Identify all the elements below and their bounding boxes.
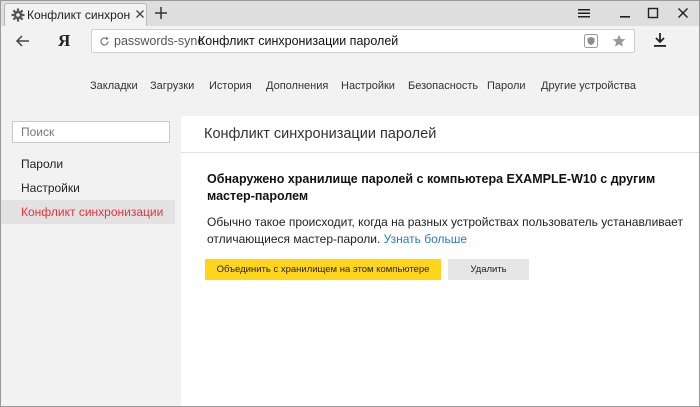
navigation-bar: Я passwords-sync Конфликт синхронизации … [1, 26, 699, 56]
gear-icon [11, 8, 25, 22]
hamburger-icon[interactable] [578, 7, 590, 19]
page-title: Конфликт синхронизации паролей [204, 126, 437, 142]
minimize-icon[interactable] [619, 7, 631, 19]
content-area: Пароли Настройки Конфликт синхронизации … [1, 116, 699, 406]
merge-button[interactable]: Объединить с хранилищем на этом компьюте… [205, 259, 441, 280]
protect-shield-icon[interactable] [584, 34, 598, 48]
new-tab-icon[interactable] [154, 6, 168, 20]
browser-window: Конфликт синхронизаци [0, 0, 700, 407]
yandex-logo[interactable]: Я [58, 31, 70, 51]
reload-icon[interactable] [99, 36, 110, 47]
title-divider [181, 152, 699, 153]
sidebar: Пароли Настройки Конфликт синхронизации [1, 116, 179, 406]
sidebar-item-passwords[interactable]: Пароли [1, 152, 175, 176]
learn-more-link[interactable]: Узнать больше [384, 232, 467, 246]
settings-nav: Закладки Загрузки История Дополнения Нас… [1, 56, 699, 116]
nav-bookmarks[interactable]: Закладки [90, 80, 138, 92]
back-arrow-icon[interactable] [15, 33, 31, 49]
nav-passwords[interactable]: Пароли [487, 80, 526, 92]
delete-button[interactable]: Удалить [448, 259, 529, 280]
close-tab-icon[interactable] [134, 8, 146, 20]
close-icon[interactable] [677, 7, 689, 19]
nav-downloads[interactable]: Загрузки [150, 80, 194, 92]
nav-settings[interactable]: Настройки [341, 80, 395, 92]
sidebar-item-sync-conflict[interactable]: Конфликт синхронизации [1, 200, 175, 224]
sidebar-item-settings[interactable]: Настройки [1, 176, 175, 200]
browser-tab[interactable]: Конфликт синхронизаци [4, 3, 147, 26]
address-bar[interactable]: passwords-sync Конфликт синхронизации па… [91, 29, 635, 53]
title-bar: Конфликт синхронизаци [1, 1, 699, 26]
download-icon[interactable] [653, 32, 667, 48]
conflict-headline: Обнаружено хранилище паролей с компьютер… [207, 172, 656, 203]
search-input[interactable] [12, 121, 170, 143]
nav-other-devices[interactable]: Другие устройства [541, 80, 636, 92]
nav-extensions[interactable]: Дополнения [266, 80, 328, 92]
tab-title: Конфликт синхронизаци [27, 8, 131, 22]
url-text: passwords-sync [114, 34, 204, 48]
bookmark-star-icon[interactable] [612, 34, 626, 48]
maximize-icon[interactable] [647, 7, 659, 19]
nav-security[interactable]: Безопасность [408, 80, 478, 92]
url-page-title: Конфликт синхронизации паролей [198, 34, 399, 48]
main-panel: Конфликт синхронизации паролей Обнаружен… [181, 116, 699, 406]
nav-history[interactable]: История [209, 80, 252, 92]
conflict-description: Обычно такое происходит, когда на разных… [207, 214, 695, 248]
